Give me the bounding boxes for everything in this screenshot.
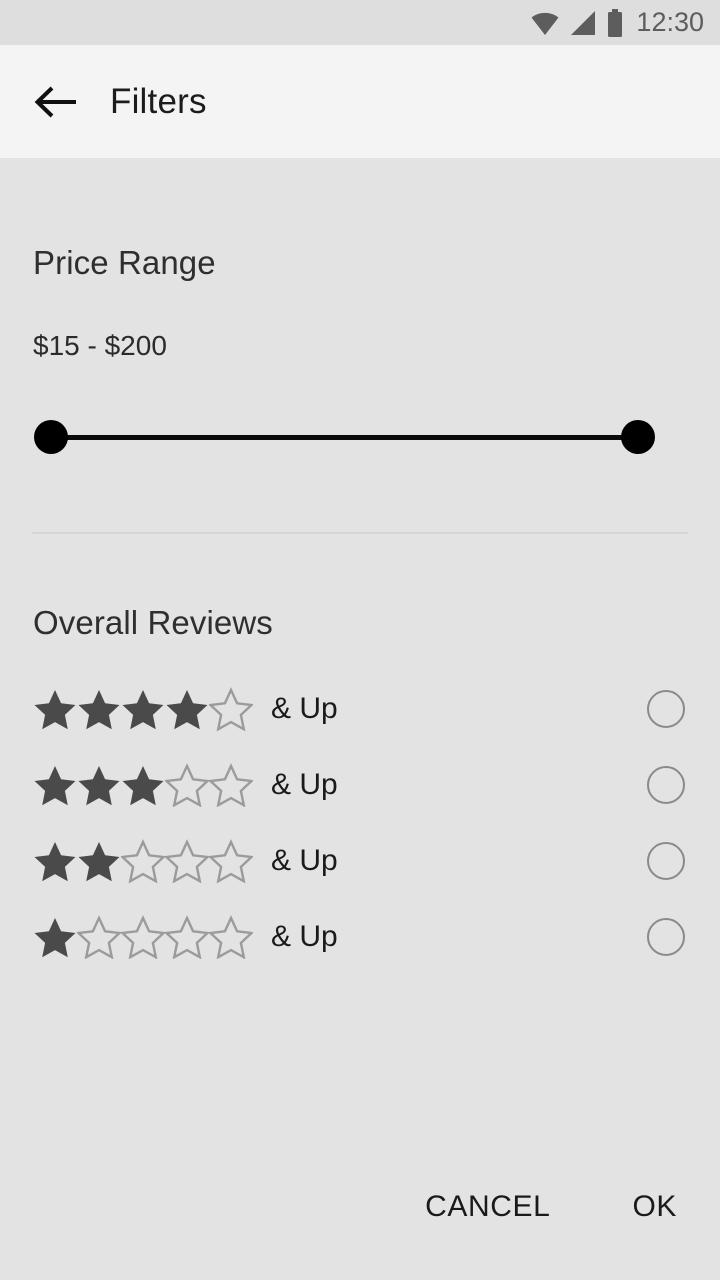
star-filled-icon — [34, 690, 76, 730]
star-rating — [33, 839, 253, 883]
star-rating — [33, 763, 253, 807]
back-arrow-icon — [34, 86, 76, 117]
star-outline-icon — [209, 915, 253, 959]
star-filled-icon — [78, 690, 120, 730]
price-range-title: Price Range — [33, 244, 216, 281]
star-filled-icon — [78, 766, 120, 806]
rating-radio-button[interactable] — [647, 690, 685, 728]
star-outline-icon — [209, 763, 253, 807]
star-outline-icon — [165, 763, 209, 807]
dialog-actions: CANCEL OK — [0, 1170, 720, 1244]
star-filled-icon — [78, 842, 120, 882]
rating-radio-button[interactable] — [647, 918, 685, 956]
rating-filter-row[interactable]: & Up — [0, 747, 720, 823]
back-button[interactable] — [20, 66, 92, 138]
app-bar: Filters — [0, 45, 720, 158]
star-rating — [33, 915, 253, 959]
star-filled-icon — [122, 766, 164, 806]
page-title: Filters — [110, 81, 207, 121]
ok-button[interactable]: OK — [622, 1184, 687, 1230]
section-divider — [32, 532, 688, 534]
rating-row-label: & Up — [271, 692, 338, 725]
battery-icon — [608, 8, 623, 37]
rating-filter-row[interactable]: & Up — [0, 899, 720, 975]
rating-filter-row[interactable]: & Up — [0, 823, 720, 899]
wifi-icon — [531, 12, 559, 35]
status-bar-icons — [530, 8, 624, 37]
star-outline-icon — [77, 915, 121, 959]
star-outline-icon — [209, 687, 253, 731]
filters-screen: 12:30 Filters Price Range $15 - $200 Ove… — [0, 0, 720, 1280]
star-filled-icon — [122, 690, 164, 730]
star-filled-icon — [34, 842, 76, 882]
star-outline-icon — [121, 915, 165, 959]
star-filled-icon — [34, 766, 76, 806]
slider-track[interactable] — [51, 435, 638, 440]
cellular-signal-icon — [571, 10, 596, 35]
rating-radio-button[interactable] — [647, 842, 685, 880]
cancel-button[interactable]: CANCEL — [415, 1184, 560, 1230]
star-outline-icon — [121, 839, 165, 883]
rating-row-label: & Up — [271, 768, 338, 801]
star-outline-icon — [209, 839, 253, 883]
slider-thumb-max[interactable] — [621, 420, 655, 454]
rating-filter-list: & Up & Up & Up & Up — [0, 671, 720, 975]
rating-radio-button[interactable] — [647, 766, 685, 804]
star-rating — [33, 687, 253, 731]
price-range-slider[interactable] — [0, 413, 720, 463]
rating-row-label: & Up — [271, 844, 338, 877]
status-bar-clock: 12:30 — [636, 7, 704, 37]
star-filled-icon — [166, 690, 208, 730]
price-range-value: $15 - $200 — [33, 330, 167, 361]
star-outline-icon — [165, 839, 209, 883]
filters-content: Price Range $15 - $200 Overall Reviews &… — [0, 158, 720, 1280]
status-bar: 12:30 — [0, 0, 720, 45]
star-outline-icon — [165, 915, 209, 959]
rating-filter-row[interactable]: & Up — [0, 671, 720, 747]
slider-thumb-min[interactable] — [34, 420, 68, 454]
star-filled-icon — [34, 918, 76, 958]
overall-reviews-title: Overall Reviews — [33, 604, 273, 641]
rating-row-label: & Up — [271, 920, 338, 953]
